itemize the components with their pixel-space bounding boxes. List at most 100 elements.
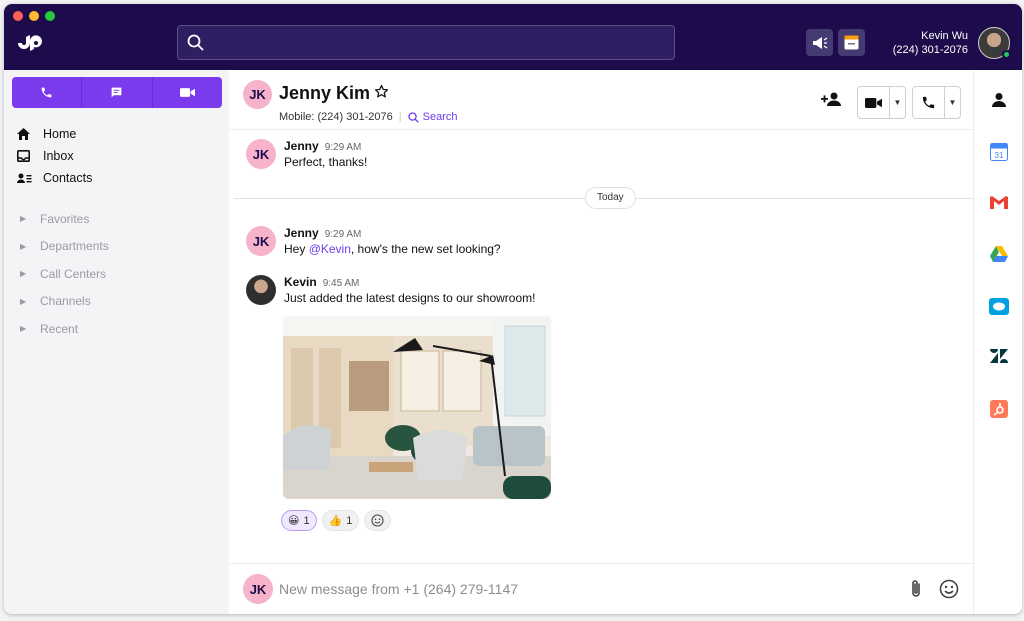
section-recent[interactable]: ▶ Recent <box>20 315 109 343</box>
app-logo <box>18 35 42 51</box>
section-call-centers[interactable]: ▶ Call Centers <box>20 260 109 288</box>
message-text: Just added the latest designs to our sho… <box>284 291 536 305</box>
reaction-thumbs-up[interactable]: 👍 1 <box>321 510 360 531</box>
message-input[interactable] <box>279 574 879 604</box>
nav-contacts[interactable]: Contacts <box>17 167 92 189</box>
close-window-button[interactable] <box>13 11 23 21</box>
contact-avatar[interactable]: JK <box>243 80 272 109</box>
conversation-header: JK Jenny Kim Mobile: (224) 301-2076 | Se… <box>229 70 973 130</box>
sidebar-sections: ▶ Favorites ▶ Departments ▶ Call Centers ▶ C… <box>20 205 109 343</box>
video-button[interactable] <box>153 77 222 108</box>
voice-call-split-button: ▼ <box>912 86 961 119</box>
nav-home[interactable]: Home <box>17 123 92 145</box>
user-phone: (224) 301-2076 <box>892 44 968 56</box>
caret-down-icon: ▼ <box>893 98 902 107</box>
sender-avatar[interactable] <box>246 275 276 305</box>
minimize-window-button[interactable] <box>29 11 39 21</box>
message-time: 9:29 AM <box>324 142 362 153</box>
message-time: 9:45 AM <box>322 278 360 289</box>
search-icon <box>407 111 419 123</box>
home-icon <box>17 128 30 140</box>
add-reaction-button[interactable] <box>364 510 392 531</box>
main-nav: Home Inbox Contacts <box>17 123 92 189</box>
add-person-icon[interactable] <box>821 92 843 106</box>
expand-arrow-icon: ▶ <box>20 269 27 279</box>
search-link-label: Search <box>422 111 458 123</box>
global-search[interactable] <box>177 25 675 60</box>
hubspot-icon <box>989 400 1008 418</box>
contact-name: Jenny Kim <box>279 83 371 103</box>
user-mention[interactable]: @Kevin <box>309 242 351 256</box>
rail-hubspot[interactable] <box>974 400 1022 418</box>
message-header: Jenny 9:29 AM <box>284 139 361 153</box>
composer-avatar: JK <box>243 574 273 604</box>
contact-subline: Mobile: (224) 301-2076 | Search <box>279 111 457 123</box>
separator: | <box>398 111 402 123</box>
emoji-picker-icon[interactable] <box>939 579 959 599</box>
app-window: Kevin Wu (224) 301-2076 Home Inbox Conta… <box>4 4 1022 614</box>
message-header: Jenny 9:29 AM <box>284 226 361 240</box>
current-user-info[interactable]: Kevin Wu (224) 301-2076 <box>893 30 968 58</box>
section-label: Departments <box>40 239 109 254</box>
inbox-icon <box>17 150 30 162</box>
reaction-grinning[interactable]: 😀 1 <box>281 510 317 531</box>
calendar-app-button[interactable] <box>838 29 865 56</box>
sender-avatar[interactable]: JK <box>246 139 276 169</box>
conversation-panel: JK Jenny Kim Mobile: (224) 301-2076 | Se… <box>229 70 978 614</box>
contact-mobile: Mobile: (224) 301-2076 <box>279 111 393 123</box>
video-camera-icon <box>179 88 195 97</box>
video-camera-icon <box>865 97 882 108</box>
rail-gmail[interactable] <box>974 195 1022 210</box>
section-label: Call Centers <box>40 266 107 281</box>
conversation-search-link[interactable]: Search <box>407 111 458 123</box>
date-divider-label: Today <box>585 187 636 209</box>
message-text: Hey @Kevin, how's the new set looking? <box>284 242 501 256</box>
sender-avatar[interactable]: JK <box>246 226 276 256</box>
salesforce-icon <box>988 298 1009 315</box>
star-icon[interactable] <box>374 84 389 99</box>
rail-calendar[interactable]: 31 <box>974 143 1022 161</box>
nav-contacts-label: Contacts <box>43 171 93 185</box>
showroom-image <box>283 316 551 499</box>
sender-name: Kevin <box>284 275 317 289</box>
sender-name: Jenny <box>284 139 319 153</box>
video-options-dropdown[interactable]: ▼ <box>890 87 905 118</box>
start-video-call-button[interactable] <box>858 87 890 118</box>
announcements-button[interactable] <box>806 29 833 56</box>
maximize-window-button[interactable] <box>45 11 55 21</box>
calendar-badge-icon <box>844 35 859 50</box>
section-channels[interactable]: ▶ Channels <box>20 288 109 316</box>
zendesk-icon <box>989 349 1008 363</box>
smiley-icon <box>371 514 384 527</box>
message-text: Perfect, thanks! <box>284 155 368 169</box>
message-button[interactable] <box>82 77 153 108</box>
rail-drive[interactable] <box>974 246 1022 262</box>
nav-inbox-label: Inbox <box>43 149 74 163</box>
call-button[interactable] <box>12 77 83 108</box>
svg-text:31: 31 <box>994 151 1003 160</box>
text-before: Hey <box>284 242 309 256</box>
rail-contact-info[interactable] <box>974 92 1022 108</box>
start-voice-call-button[interactable] <box>913 87 945 118</box>
attached-showroom-photo[interactable] <box>283 316 551 499</box>
section-departments[interactable]: ▶ Departments <box>20 233 109 261</box>
expand-arrow-icon: ▶ <box>20 324 27 334</box>
top-bar: Kevin Wu (224) 301-2076 <box>4 4 1022 70</box>
phone-icon <box>41 87 52 98</box>
search-icon <box>187 34 204 51</box>
section-favorites[interactable]: ▶ Favorites <box>20 205 109 233</box>
video-call-split-button: ▼ <box>857 86 906 119</box>
text-after: , how's the new set looking? <box>350 242 501 256</box>
message-header: Kevin 9:45 AM <box>284 275 359 289</box>
global-search-input[interactable] <box>214 26 669 59</box>
paperclip-icon[interactable] <box>909 579 923 599</box>
contact-info-icon <box>991 93 1006 107</box>
call-options-dropdown[interactable]: ▼ <box>945 87 960 118</box>
sender-name: Jenny <box>284 226 319 240</box>
chat-icon <box>112 87 122 98</box>
rail-salesforce[interactable] <box>974 298 1022 315</box>
phone-icon <box>922 96 935 109</box>
rail-zendesk[interactable] <box>974 349 1022 363</box>
nav-inbox[interactable]: Inbox <box>17 145 92 167</box>
reaction-count: 1 <box>303 514 310 527</box>
